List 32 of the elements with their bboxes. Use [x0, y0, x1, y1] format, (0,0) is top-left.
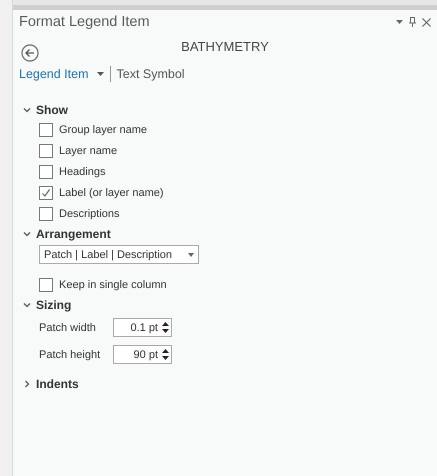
spinner-arrows-icon	[162, 348, 169, 361]
checkbox-label: Descriptions	[59, 208, 120, 220]
dropdown-icon[interactable]	[396, 20, 403, 24]
layer-name: BATHYMETRY	[181, 38, 269, 54]
checkbox[interactable]	[39, 144, 53, 158]
checkbox-label: Keep in single column	[59, 278, 167, 290]
checkbox-label: Headings	[59, 166, 106, 178]
checkbox-label: Layer name	[59, 144, 118, 156]
section-header[interactable]: Sizing	[23, 295, 72, 314]
arrangement-dropdown[interactable]: Patch | Label | Description	[39, 245, 199, 264]
checkbox[interactable]	[39, 164, 53, 178]
checkbox[interactable]	[39, 122, 53, 136]
close-icon[interactable]	[422, 18, 431, 26]
checkbox[interactable]	[39, 186, 53, 200]
section-header[interactable]: Show	[23, 100, 68, 119]
spinner-field[interactable]: 0.1 pt	[113, 318, 172, 337]
section-header[interactable]: Arrangement	[23, 224, 111, 243]
field-label: Patch height	[39, 348, 102, 360]
field-label: Patch width	[39, 322, 97, 334]
checkbox-label: Group layer name	[59, 124, 148, 136]
spinner-arrows-icon	[162, 321, 169, 334]
pin-icon[interactable]	[409, 17, 416, 27]
caret-icon	[188, 252, 194, 256]
tab[interactable]: Legend Item	[19, 67, 104, 81]
tab[interactable]: Text Symbol	[116, 67, 185, 81]
checkbox[interactable]	[39, 206, 53, 220]
spinner-field[interactable]: 90 pt	[113, 345, 172, 364]
back-icon[interactable]	[21, 44, 39, 62]
window-title: Format Legend Item	[19, 14, 151, 30]
section-header[interactable]: Indents	[23, 374, 79, 393]
checkbox[interactable]	[39, 278, 53, 292]
checkbox-label: Label (or layer name)	[59, 186, 164, 198]
